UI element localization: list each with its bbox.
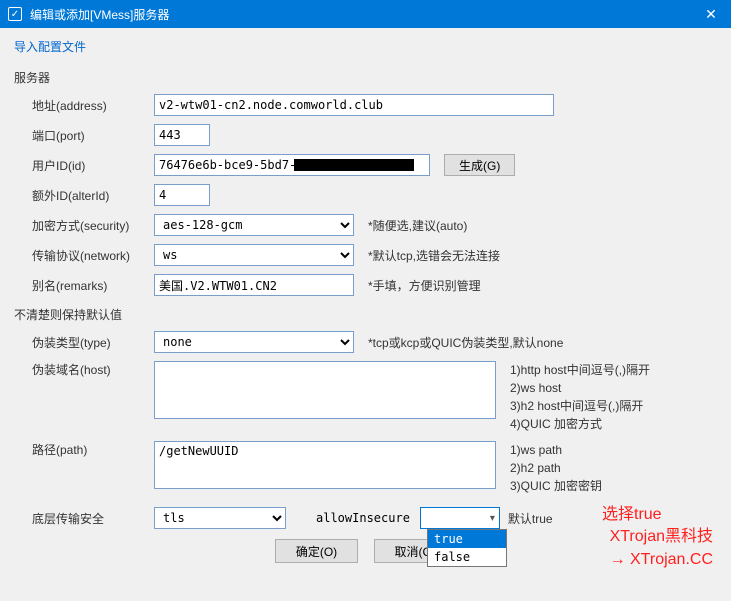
label-type: 伪装类型(type)	[14, 334, 154, 351]
group-server-label: 服务器	[14, 69, 717, 86]
address-input[interactable]	[154, 94, 554, 116]
label-id: 用户ID(id)	[14, 157, 154, 174]
label-network: 传输协议(network)	[14, 247, 154, 264]
hint-host-1: 1)http host中间逗号(,)隔开	[510, 361, 650, 379]
hint-path-1: 1)ws path	[510, 441, 602, 459]
hint-network: *默认tcp,选错会无法连接	[368, 247, 500, 264]
dropdown-option-true[interactable]: true	[428, 530, 506, 548]
hint-type: *tcp或kcp或QUIC伪装类型,默认none	[368, 334, 563, 351]
import-config-link[interactable]: 导入配置文件	[14, 38, 86, 55]
label-remarks: 别名(remarks)	[14, 277, 154, 294]
tls-select[interactable]: tls	[154, 507, 286, 529]
allowinsecure-dropdown: true false	[427, 529, 507, 567]
ok-button[interactable]: 确定(O)	[275, 539, 358, 563]
allowinsecure-select[interactable]	[420, 507, 500, 529]
alterid-input[interactable]	[154, 184, 210, 206]
label-port: 端口(port)	[14, 127, 154, 144]
app-icon: ✓	[8, 7, 22, 21]
window-title: 编辑或添加[VMess]服务器	[30, 6, 691, 23]
hint-path-3: 3)QUIC 加密密钥	[510, 477, 602, 495]
hint-remarks: *手填，方便识别管理	[368, 277, 481, 294]
hint-allowinsecure: 默认true	[508, 510, 553, 527]
watermark-line1: XTrojan黑科技	[610, 526, 713, 548]
redacted-mask	[294, 159, 414, 171]
label-alterid: 额外ID(alterId)	[14, 187, 154, 204]
content-area: 导入配置文件 服务器 地址(address) 端口(port) 用户ID(id)…	[0, 28, 731, 575]
port-input[interactable]	[154, 124, 210, 146]
watermark-line2: → XTrojan.CC	[610, 549, 713, 571]
label-tls: 底层传输安全	[14, 510, 154, 527]
close-button[interactable]: ✕	[691, 0, 731, 28]
annotation-select-true: 选择true	[602, 500, 662, 524]
hint-path-2: 2)h2 path	[510, 459, 602, 477]
hint-host-3: 3)h2 host中间逗号(,)隔开	[510, 397, 650, 415]
host-textarea[interactable]	[154, 361, 496, 419]
security-select[interactable]: aes-128-gcm	[154, 214, 354, 236]
watermark: XTrojan黑科技 → XTrojan.CC	[610, 526, 713, 571]
hint-host-2: 2)ws host	[510, 379, 650, 397]
network-select[interactable]: ws	[154, 244, 354, 266]
titlebar: ✓ 编辑或添加[VMess]服务器 ✕	[0, 0, 731, 28]
hint-security: *随便选,建议(auto)	[368, 217, 467, 234]
remarks-input[interactable]	[154, 274, 354, 296]
hint-host-4: 4)QUIC 加密方式	[510, 415, 650, 433]
dropdown-option-false[interactable]: false	[428, 548, 506, 566]
label-path: 路径(path)	[14, 441, 154, 458]
generate-button[interactable]: 生成(G)	[444, 154, 515, 176]
label-allowinsecure: allowInsecure	[316, 511, 410, 525]
label-security: 加密方式(security)	[14, 217, 154, 234]
path-textarea[interactable]: /getNewUUID	[154, 441, 496, 489]
label-host: 伪装域名(host)	[14, 361, 154, 378]
type-select[interactable]: none	[154, 331, 354, 353]
label-address: 地址(address)	[14, 97, 154, 114]
group-default-label: 不清楚则保持默认值	[14, 306, 717, 323]
